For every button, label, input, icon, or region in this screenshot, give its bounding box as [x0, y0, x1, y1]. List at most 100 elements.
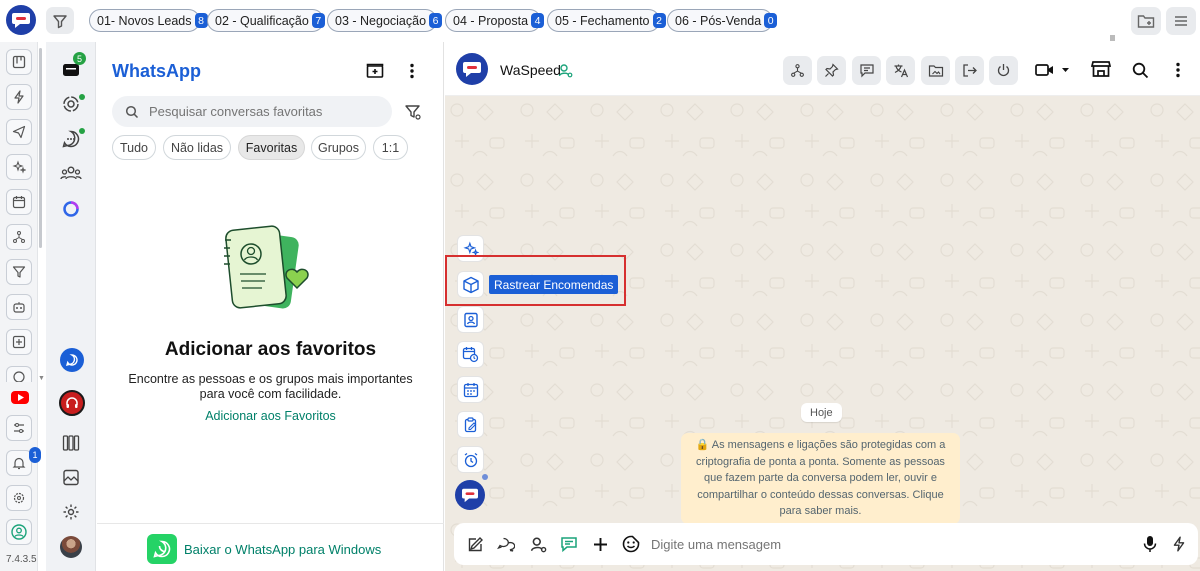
chat-bubbles-icon: [497, 537, 515, 552]
status-button[interactable]: [6, 366, 32, 382]
pin-button[interactable]: [817, 56, 846, 85]
video-call-button[interactable]: [1035, 60, 1075, 80]
chat-menu-button[interactable]: [1168, 60, 1188, 80]
quick-replies-button[interactable]: [6, 84, 32, 110]
stage-pill[interactable]: 03 - Negociação 6: [327, 9, 443, 32]
filter-options-button[interactable]: [403, 102, 423, 122]
stage-count: 4: [531, 13, 545, 28]
send-button[interactable]: [6, 119, 32, 145]
new-chat-fab[interactable]: [60, 348, 84, 372]
calendar-tool-button[interactable]: [457, 376, 484, 403]
funnel-button[interactable]: [6, 259, 32, 285]
contact-info-icon[interactable]: [558, 63, 573, 78]
media-folder-button[interactable]: [921, 56, 950, 85]
signature-button[interactable]: [465, 534, 485, 554]
stage-count: 8: [194, 13, 208, 28]
profile-avatar[interactable]: [60, 536, 82, 558]
translate-button[interactable]: [886, 56, 915, 85]
communities-button[interactable]: [56, 158, 86, 188]
shop-button[interactable]: [1090, 58, 1112, 80]
contact-card-icon: [463, 312, 478, 327]
contact-avatar[interactable]: [456, 53, 488, 85]
tooltip-highlight-box: [445, 255, 626, 306]
filter-chip-1-1[interactable]: 1:1: [373, 135, 408, 160]
new-folder-button[interactable]: [1131, 7, 1161, 35]
robot-icon: [13, 302, 25, 313]
menu-button[interactable]: [1166, 7, 1196, 35]
panel-menu-button[interactable]: [402, 60, 422, 82]
new-chat-icon: [366, 63, 384, 78]
waspeed-logo-icon: [462, 488, 478, 503]
whatsapp-nav-rail: 5: [46, 42, 96, 571]
contact-name[interactable]: WaSpeed: [500, 62, 561, 78]
chat-scrollbar[interactable]: [1194, 96, 1200, 521]
empty-state-title: Adicionar aos favoritos: [164, 339, 377, 360]
flow-button[interactable]: [6, 224, 32, 250]
download-label: Baixar o WhatsApp para Windows: [184, 541, 382, 557]
filter-chip-grupos[interactable]: Grupos: [311, 135, 366, 160]
search-box[interactable]: [112, 96, 392, 127]
youtube-icon[interactable]: [11, 391, 29, 404]
add-favorites-link[interactable]: Adicionar aos Favoritos: [97, 409, 444, 423]
account-button[interactable]: [6, 519, 32, 545]
filter-button[interactable]: [46, 7, 74, 34]
contact-card-button[interactable]: [457, 306, 484, 333]
contact-share-button[interactable]: [528, 534, 548, 554]
quick-action-button[interactable]: [1169, 534, 1189, 554]
stage-pill[interactable]: 04 - Proposta 4: [445, 9, 545, 32]
bot-button[interactable]: [6, 294, 32, 320]
headset-avatar[interactable]: [59, 390, 85, 416]
reminder-button[interactable]: [457, 446, 484, 473]
emoji-button[interactable]: [621, 534, 641, 554]
tasks-button[interactable]: [6, 329, 32, 355]
attach-button[interactable]: [590, 534, 610, 554]
filter-chip-favoritas[interactable]: Favoritas: [238, 135, 305, 160]
gear-user-icon: [13, 492, 25, 504]
power-button[interactable]: [989, 56, 1018, 85]
message-settings-button[interactable]: [852, 56, 881, 85]
settings-sliders-button[interactable]: [6, 415, 32, 441]
replies-button[interactable]: [496, 534, 516, 554]
message-input[interactable]: [651, 534, 1121, 554]
stage-pill[interactable]: 01- Novos Leads 8: [89, 9, 208, 32]
filter-chip-tudo[interactable]: Tudo: [112, 135, 156, 160]
plus-icon: [593, 537, 607, 551]
stage-pill[interactable]: 05 - Fechamento 2: [547, 9, 666, 32]
funnel-icon: [12, 266, 26, 278]
calendar-button[interactable]: [6, 189, 32, 215]
schedule-button[interactable]: [457, 341, 484, 368]
stage-count: 2: [652, 13, 666, 28]
encryption-notice[interactable]: 🔒 As mensagens e ligações são protegidas…: [681, 433, 960, 524]
search-input[interactable]: [149, 104, 379, 119]
rail-scrollbar[interactable]: [39, 48, 42, 248]
stage-pill[interactable]: 02 - Qualificação 7: [207, 9, 325, 32]
config-button[interactable]: [6, 485, 32, 511]
voice-button[interactable]: [1140, 534, 1160, 554]
notes-button[interactable]: [457, 411, 484, 438]
message-circle-icon: [62, 130, 80, 148]
resize-handle[interactable]: [1110, 35, 1116, 41]
download-banner[interactable]: Baixar o WhatsApp para Windows: [147, 534, 381, 564]
bars-icon: [62, 435, 80, 451]
chat-search-button[interactable]: [1129, 59, 1151, 81]
scroll-down-arrow[interactable]: ▼: [38, 375, 45, 382]
message-gear-icon: [859, 64, 874, 78]
settings-button[interactable]: [56, 497, 86, 527]
kanban-button[interactable]: [6, 49, 32, 75]
pencil-square-icon: [468, 536, 483, 551]
calendar-icon: [463, 382, 478, 397]
waspeed-menu-button[interactable]: [455, 480, 485, 510]
template-button[interactable]: [559, 534, 579, 554]
stage-pill[interactable]: 06 - Pós-Venda 0: [667, 9, 778, 32]
stats-button[interactable]: [56, 428, 86, 458]
filter-chip-nao-lidas[interactable]: Não lidas: [163, 135, 231, 160]
app-logo[interactable]: [6, 5, 36, 35]
flow-header-button[interactable]: [783, 56, 812, 85]
media-button[interactable]: [56, 463, 86, 493]
meta-ai-button[interactable]: [56, 194, 86, 224]
version-label: 7.4.3.5: [6, 554, 37, 565]
logout-button[interactable]: [955, 56, 984, 85]
flow-icon: [791, 64, 804, 77]
new-chat-button[interactable]: [364, 60, 386, 82]
ai-button[interactable]: [6, 154, 32, 180]
